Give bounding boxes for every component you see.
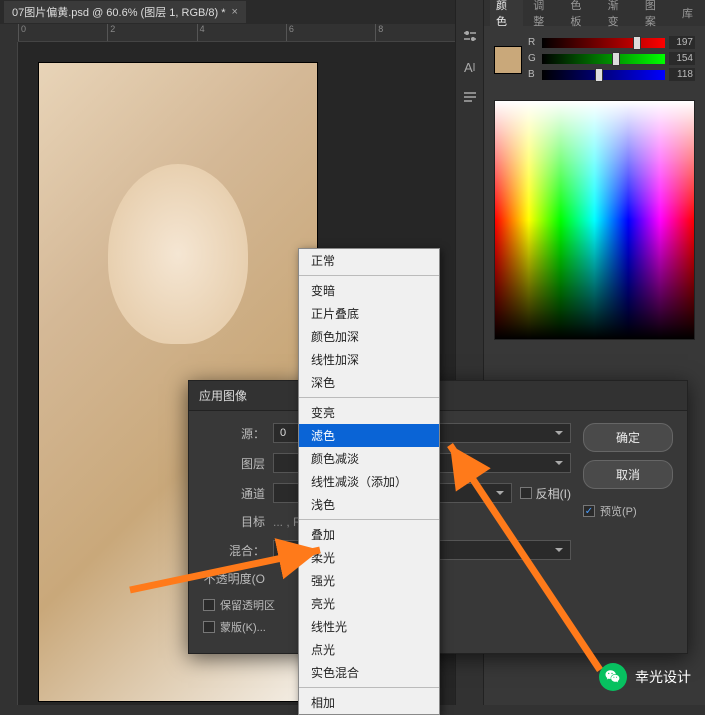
- document-tab-title: 07图片偏黄.psd @ 60.6% (图层 1, RGB/8) *: [12, 4, 226, 20]
- blend-mode-item[interactable]: 正常: [299, 249, 439, 272]
- slider-b-track[interactable]: [542, 70, 665, 80]
- preserve-label: 保留透明区: [220, 597, 275, 613]
- slider-b-label: B: [528, 69, 538, 80]
- label-blend: 混合：: [203, 542, 273, 559]
- blend-mode-item[interactable]: 叠加: [299, 523, 439, 546]
- slider-r-value[interactable]: 197: [669, 36, 695, 49]
- blend-mode-item[interactable]: 亮光: [299, 592, 439, 615]
- blend-mode-item[interactable]: 颜色加深: [299, 325, 439, 348]
- menu-separator: [299, 687, 439, 688]
- label-target: 目标: [203, 513, 273, 530]
- blend-mode-item[interactable]: 深色: [299, 371, 439, 394]
- label-source: 源：: [203, 425, 273, 442]
- slider-g-label: G: [528, 53, 538, 64]
- image-content-placeholder: [108, 164, 248, 344]
- slider-g[interactable]: G 154: [528, 52, 695, 65]
- blend-mode-item[interactable]: 线性加深: [299, 348, 439, 371]
- close-icon[interactable]: ×: [232, 6, 238, 18]
- slider-b[interactable]: B 118: [528, 68, 695, 81]
- blend-mode-item[interactable]: 实色混合: [299, 661, 439, 684]
- slider-g-track[interactable]: [542, 54, 665, 64]
- checkbox-icon: [203, 599, 215, 611]
- source-value: 0: [280, 427, 286, 439]
- blend-mode-item[interactable]: 变亮: [299, 401, 439, 424]
- blend-mode-item[interactable]: 浅色: [299, 493, 439, 516]
- invert-label: 反相(I): [536, 485, 571, 502]
- label-channel: 通道: [203, 485, 273, 502]
- preview-checkbox[interactable]: 预览(P): [583, 503, 673, 519]
- label-opacity: 不透明度(O: [203, 570, 273, 587]
- slider-r[interactable]: R 197: [528, 36, 695, 49]
- blend-mode-item[interactable]: 线性光: [299, 615, 439, 638]
- cancel-button[interactable]: 取消: [583, 460, 673, 489]
- color-spectrum[interactable]: [494, 100, 695, 340]
- panel-tabs: 颜色 调整 色板 渐变 图案 库: [484, 0, 705, 26]
- menu-separator: [299, 519, 439, 520]
- blend-mode-item[interactable]: 点光: [299, 638, 439, 661]
- tab-adjust[interactable]: 调整: [527, 0, 560, 33]
- blend-mode-item[interactable]: 柔光: [299, 546, 439, 569]
- ruler-tick: 4: [197, 24, 205, 41]
- blend-mode-item[interactable]: 强光: [299, 569, 439, 592]
- color-sliders: R 197 G 154 B 118: [484, 26, 705, 94]
- paragraph-icon[interactable]: [462, 90, 478, 109]
- menu-separator: [299, 397, 439, 398]
- tab-color[interactable]: 颜色: [490, 0, 523, 33]
- blend-mode-item[interactable]: 相加: [299, 691, 439, 714]
- label-layer: 图层: [203, 455, 273, 472]
- foreground-swatch[interactable]: [494, 46, 522, 74]
- watermark: 幸光设计: [599, 663, 691, 691]
- checkbox-icon: [520, 487, 532, 499]
- menu-separator: [299, 275, 439, 276]
- blend-mode-item[interactable]: 正片叠底: [299, 302, 439, 325]
- mask-label: 蒙版(K)...: [220, 619, 266, 635]
- watermark-text: 幸光设计: [635, 667, 691, 687]
- preview-label: 预览(P): [600, 503, 637, 519]
- slider-g-value[interactable]: 154: [669, 52, 695, 65]
- chevron-down-icon: [554, 428, 564, 438]
- slider-r-label: R: [528, 37, 538, 48]
- checkbox-checked-icon: [583, 505, 595, 517]
- checkbox-icon: [203, 621, 215, 633]
- invert-checkbox[interactable]: 反相(I): [520, 485, 571, 502]
- ruler-tick: 6: [286, 24, 294, 41]
- ruler-tick: 0: [18, 24, 26, 41]
- tab-libraries[interactable]: 库: [676, 1, 699, 25]
- tab-patterns[interactable]: 图案: [639, 0, 672, 33]
- blend-mode-item[interactable]: 线性减淡（添加）: [299, 470, 439, 493]
- ruler-tick: 2: [107, 24, 115, 41]
- ok-button[interactable]: 确定: [583, 423, 673, 452]
- chevron-down-icon: [554, 545, 564, 555]
- tab-swatches[interactable]: 色板: [564, 0, 597, 33]
- chevron-down-icon: [554, 458, 564, 468]
- document-tab[interactable]: 07图片偏黄.psd @ 60.6% (图层 1, RGB/8) * ×: [4, 1, 246, 23]
- ruler-tick: 8: [375, 24, 383, 41]
- svg-text:A: A: [464, 60, 473, 75]
- adjust-icon[interactable]: [462, 28, 478, 47]
- slider-r-track[interactable]: [542, 38, 665, 48]
- blend-mode-item[interactable]: 颜色减淡: [299, 447, 439, 470]
- ruler-vertical: [0, 42, 18, 705]
- blend-mode-item[interactable]: 滤色: [299, 424, 439, 447]
- blend-mode-menu: 正常变暗正片叠底颜色加深线性加深深色变亮滤色颜色减淡线性减淡（添加）浅色叠加柔光…: [298, 248, 440, 715]
- slider-b-value[interactable]: 118: [669, 68, 695, 81]
- wechat-icon: [599, 663, 627, 691]
- tab-gradients[interactable]: 渐变: [602, 0, 635, 33]
- chevron-down-icon: [495, 488, 505, 498]
- text-icon[interactable]: A: [462, 59, 478, 78]
- blend-mode-item[interactable]: 变暗: [299, 279, 439, 302]
